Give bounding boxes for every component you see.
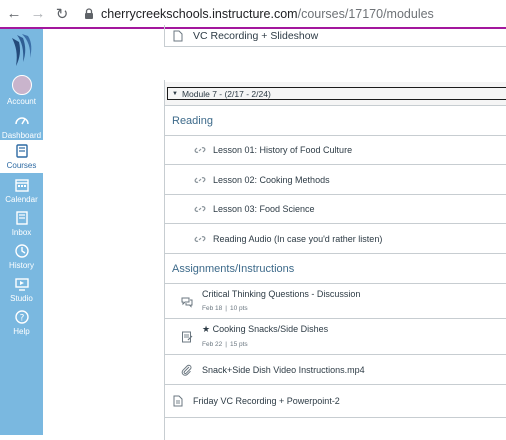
address-bar[interactable]: cherrycreekschools.instructure.com/cours… — [82, 7, 434, 21]
points: 15 pts — [229, 341, 248, 348]
question-icon: ? — [14, 310, 29, 324]
previous-item-title: VC Recording + Slideshow — [193, 29, 319, 42]
due-date: Feb 22 — [202, 341, 223, 348]
nav-studio[interactable]: Studio — [0, 276, 43, 303]
item-meta: Feb 18 | 10 pts — [202, 305, 248, 312]
section-header-label: Reading — [172, 115, 213, 127]
speedometer-icon — [14, 117, 29, 125]
section-header-reading: Reading — [165, 107, 506, 136]
nav-account[interactable]: Account — [0, 75, 43, 106]
module-title-text: Module 7 - (2/17 - 2/24) — [181, 88, 271, 99]
nav-history-label: History — [9, 261, 34, 270]
module-item-assignment[interactable]: ★ Cooking Snacks/Side Dishes Feb 22 | 15 p… — [165, 319, 506, 355]
nav-courses[interactable]: Courses — [0, 140, 43, 173]
arrow-right-icon[interactable]: → — [28, 4, 48, 24]
svg-text:?: ? — [19, 314, 24, 324]
document-icon — [173, 395, 183, 407]
module-item-friday-vc[interactable]: Friday VC Recording + Powerpoint-2 — [165, 385, 506, 418]
section-header-label: Assignments/Instructions — [172, 262, 295, 275]
points: 10 pts — [229, 305, 248, 312]
previous-module-item[interactable]: VC Recording + Slideshow — [164, 25, 506, 47]
item-title[interactable]: Reading Audio (In case you'd rather list… — [213, 234, 382, 244]
module-item-lesson-01[interactable]: Lesson 01: History of Food Culture — [165, 136, 506, 165]
module-item-reading-audio[interactable]: Reading Audio (In case you'd rather list… — [165, 224, 506, 254]
nav-courses-label: Courses — [6, 161, 37, 170]
nav-inbox-label: Inbox — [11, 228, 32, 237]
calendar-icon — [14, 179, 29, 192]
url-path: /courses/17170/modules — [297, 6, 434, 21]
school-logo-icon[interactable] — [6, 32, 36, 70]
link-icon — [194, 147, 206, 153]
modules-content: VC Recording + Slideshow ▼ Module 7 - (2… — [43, 25, 506, 440]
item-meta: Feb 22 | 15 pts — [202, 341, 248, 348]
caret-down-icon: ▼ — [172, 90, 178, 97]
nav-help-label: Help — [13, 327, 30, 336]
due-date: Feb 18 — [202, 305, 223, 312]
url-host: cherrycreekschools.instructure.com — [101, 6, 298, 21]
module-item-video[interactable]: Snack+Side Dish Video Instructions.mp4 — [165, 355, 506, 385]
inbox-icon — [15, 211, 28, 225]
module-item-lesson-02[interactable]: Lesson 02: Cooking Methods — [165, 165, 506, 195]
document-icon — [173, 30, 183, 41]
reload-icon[interactable]: ↻ — [52, 4, 72, 24]
section-header-assignments: Assignments/Instructions — [165, 254, 506, 284]
global-navigation: Account Dashboard Courses Calendar Inbox — [0, 29, 43, 435]
item-title[interactable]: Lesson 02: Cooking Methods — [213, 175, 330, 185]
item-title[interactable]: Friday VC Recording + Powerpoint-2 — [193, 396, 340, 406]
arrow-left-icon[interactable]: ← — [4, 4, 24, 24]
link-icon — [194, 206, 206, 212]
nav-calendar[interactable]: Calendar — [0, 177, 43, 204]
attachment-icon — [181, 364, 192, 376]
module-7: ▼ Module 7 - (2/17 - 2/24) Reading Lesso… — [164, 80, 506, 440]
nav-history[interactable]: History — [0, 243, 43, 270]
clock-icon — [14, 244, 29, 258]
link-icon — [194, 177, 206, 183]
nav-account-label: Account — [7, 97, 36, 106]
item-title[interactable]: ★ Cooking Snacks/Side Dishes — [202, 324, 328, 335]
studio-icon — [14, 278, 29, 291]
nav-help[interactable]: ? Help — [0, 309, 43, 336]
item-title[interactable]: Snack+Side Dish Video Instructions.mp4 — [202, 365, 365, 375]
module-item-lesson-03[interactable]: Lesson 03: Food Science — [165, 195, 506, 224]
module-header[interactable]: ▼ Module 7 - (2/17 - 2/24) — [165, 82, 506, 106]
nav-studio-label: Studio — [10, 294, 33, 303]
discussion-icon — [181, 297, 193, 308]
item-title[interactable]: Critical Thinking Questions - Discussion — [202, 289, 360, 299]
nav-dashboard-label: Dashboard — [1, 131, 42, 140]
lock-icon — [85, 7, 93, 19]
assignment-icon — [182, 331, 193, 343]
nav-inbox[interactable]: Inbox — [0, 210, 43, 237]
item-title[interactable]: Lesson 01: History of Food Culture — [213, 145, 352, 155]
item-title[interactable]: Lesson 03: Food Science — [213, 204, 315, 214]
avatar — [11, 75, 32, 95]
module-title[interactable]: ▼ Module 7 - (2/17 - 2/24) — [167, 87, 506, 100]
book-icon — [15, 144, 28, 158]
module-item-discussion[interactable]: Critical Thinking Questions - Discussion… — [165, 284, 506, 319]
nav-dashboard[interactable]: Dashboard — [0, 113, 43, 140]
link-icon — [194, 236, 206, 242]
nav-calendar-label: Calendar — [5, 195, 38, 204]
